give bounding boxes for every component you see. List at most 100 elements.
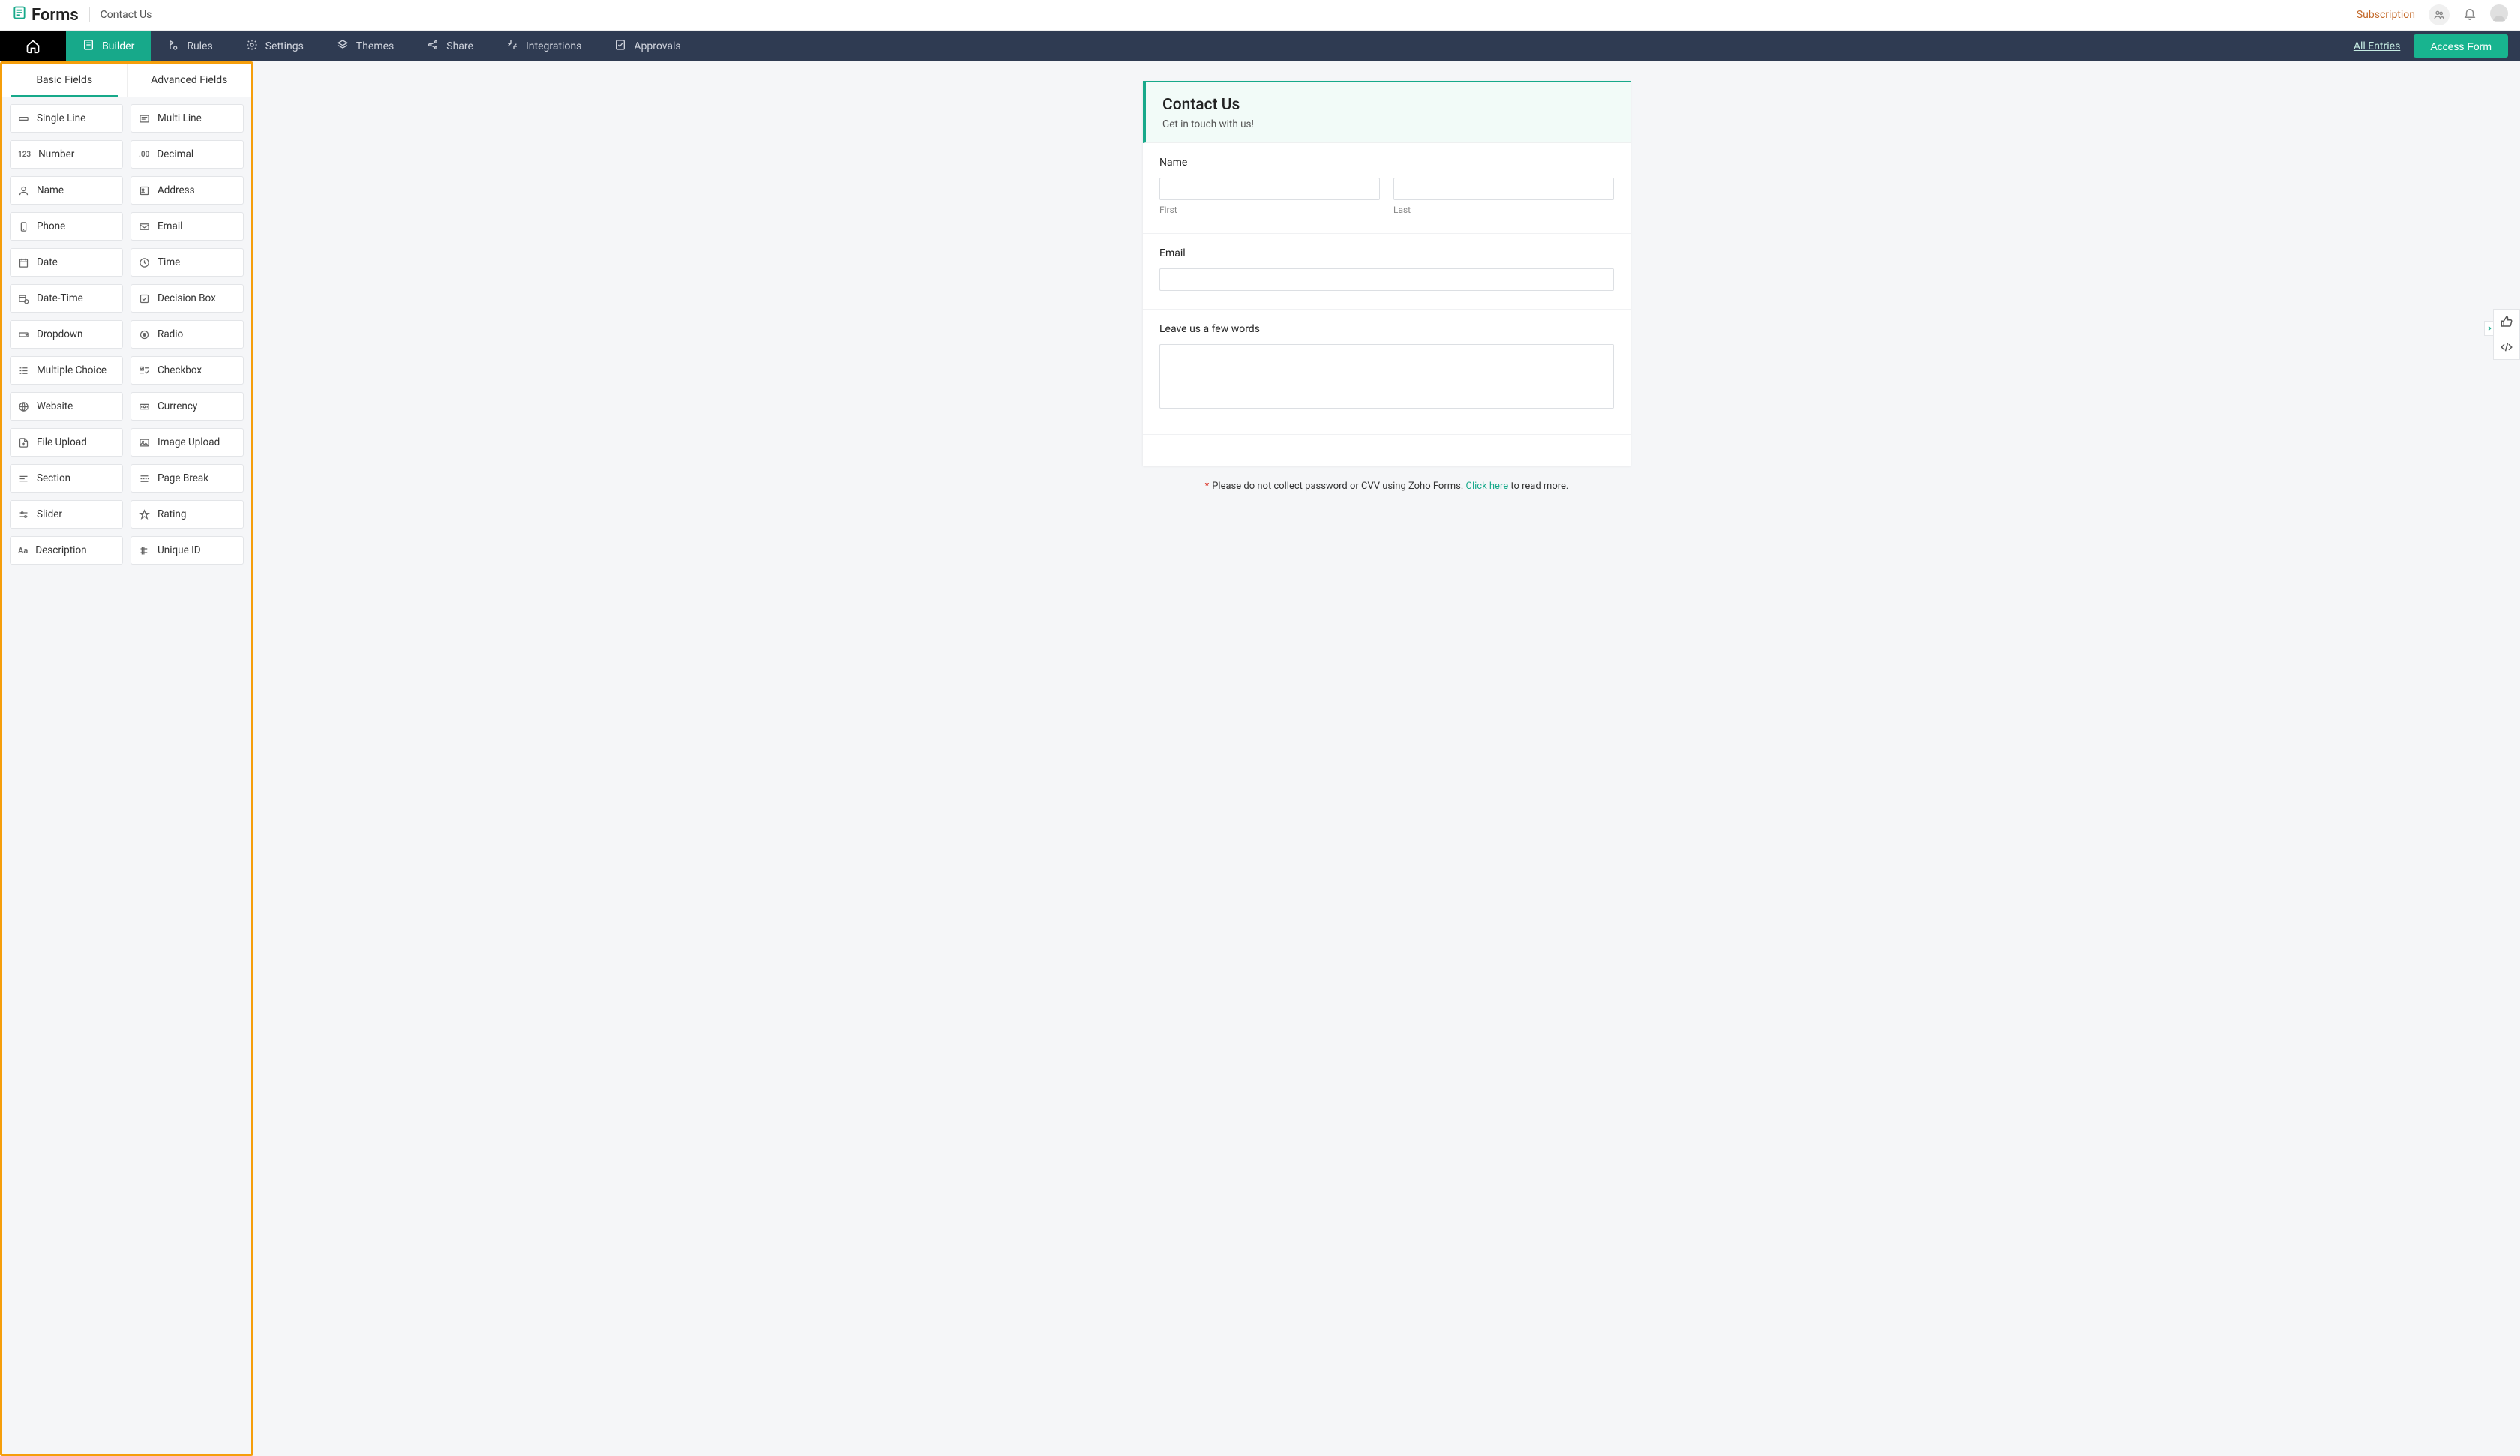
field-label: Number bbox=[38, 148, 74, 160]
fields-sidebar: Basic Fields Advanced Fields Single Line… bbox=[0, 61, 254, 1456]
field-single-line[interactable]: Single Line bbox=[10, 104, 123, 133]
field-date-time[interactable]: Date-Time bbox=[10, 284, 123, 313]
breadcrumb-form-name[interactable]: Contact Us bbox=[100, 9, 152, 21]
nav-builder[interactable]: Builder bbox=[66, 31, 151, 61]
thumbs-up-icon[interactable] bbox=[2493, 309, 2520, 334]
app-logo[interactable]: Forms bbox=[12, 5, 79, 25]
navbar: Builder Rules Settings Themes Share Inte… bbox=[0, 31, 2520, 61]
form-footer-space bbox=[1143, 434, 1630, 466]
field-name[interactable]: Name bbox=[10, 176, 123, 205]
name-label: Name bbox=[1160, 157, 1614, 169]
bell-icon[interactable] bbox=[2463, 7, 2476, 23]
field-phone[interactable]: Phone bbox=[10, 212, 123, 241]
access-form-button[interactable]: Access Form bbox=[2414, 34, 2508, 58]
field-label: Rating bbox=[158, 508, 186, 520]
approvals-icon bbox=[614, 39, 626, 54]
field-website[interactable]: Website bbox=[10, 392, 123, 421]
field-decision-box[interactable]: Decision Box bbox=[130, 284, 244, 313]
field-multi-line[interactable]: Multi Line bbox=[130, 104, 244, 133]
nav-home[interactable] bbox=[0, 31, 66, 61]
nav-label: Themes bbox=[356, 40, 394, 52]
form-card[interactable]: Contact Us Get in touch with us! Name Fi… bbox=[1143, 81, 1630, 466]
people-icon[interactable] bbox=[2428, 4, 2450, 25]
field-label: Page Break bbox=[158, 472, 208, 484]
main: Basic Fields Advanced Fields Single Line… bbox=[0, 61, 2520, 1456]
gear-icon bbox=[246, 39, 258, 54]
nav-label: Settings bbox=[266, 40, 304, 52]
email-input[interactable] bbox=[1160, 268, 1614, 291]
side-float-tools bbox=[2493, 309, 2520, 360]
divider bbox=[89, 7, 90, 22]
nav-label: Integrations bbox=[526, 40, 581, 52]
field-label: Email bbox=[158, 220, 182, 232]
field-label: Radio bbox=[158, 328, 183, 340]
nav-label: Approvals bbox=[634, 40, 680, 52]
field-dropdown[interactable]: Dropdown bbox=[10, 320, 123, 349]
avatar[interactable] bbox=[2490, 4, 2508, 25]
field-label: Multi Line bbox=[158, 112, 202, 124]
nav-settings[interactable]: Settings bbox=[230, 31, 320, 61]
field-label: Date-Time bbox=[37, 292, 83, 304]
field-page-break[interactable]: Page Break bbox=[130, 464, 244, 493]
tab-advanced-fields[interactable]: Advanced Fields bbox=[127, 64, 252, 97]
field-label: Address bbox=[158, 184, 195, 196]
first-name-input[interactable] bbox=[1160, 178, 1380, 200]
first-sublabel: First bbox=[1160, 205, 1380, 215]
message-textarea[interactable] bbox=[1160, 344, 1614, 409]
nav-approvals[interactable]: Approvals bbox=[598, 31, 697, 61]
message-label: Leave us a few words bbox=[1160, 323, 1614, 335]
field-label: Decision Box bbox=[158, 292, 216, 304]
field-label: Decimal bbox=[157, 148, 194, 160]
field-slider[interactable]: Slider bbox=[10, 500, 123, 529]
field-radio[interactable]: Radio bbox=[130, 320, 244, 349]
field-image-upload[interactable]: Image Upload bbox=[130, 428, 244, 457]
integrations-icon bbox=[506, 39, 518, 54]
last-sublabel: Last bbox=[1394, 205, 1614, 215]
field-multiple-choice[interactable]: Multiple Choice bbox=[10, 356, 123, 385]
app-name: Forms bbox=[32, 6, 79, 25]
nav-themes[interactable]: Themes bbox=[320, 31, 410, 61]
field-label: Dropdown bbox=[37, 328, 83, 340]
note-click-here-link[interactable]: Click here bbox=[1466, 481, 1509, 492]
nav-label: Share bbox=[446, 40, 473, 52]
field-rating[interactable]: Rating bbox=[130, 500, 244, 529]
field-number[interactable]: 123Number bbox=[10, 140, 123, 169]
nav-integrations[interactable]: Integrations bbox=[490, 31, 598, 61]
topbar: Forms Contact Us Subscription bbox=[0, 0, 2520, 31]
collapse-chevron-icon[interactable] bbox=[2484, 321, 2493, 336]
form-section-message[interactable]: Leave us a few words bbox=[1143, 310, 1630, 434]
nav-rules[interactable]: Rules bbox=[151, 31, 229, 61]
rules-icon bbox=[167, 39, 179, 54]
form-section-email[interactable]: Email bbox=[1143, 234, 1630, 310]
field-label: File Upload bbox=[37, 436, 87, 448]
field-label: Description bbox=[35, 544, 86, 556]
themes-icon bbox=[337, 39, 349, 54]
field-time[interactable]: Time bbox=[130, 248, 244, 277]
nav-share[interactable]: Share bbox=[410, 31, 490, 61]
field-email[interactable]: Email bbox=[130, 212, 244, 241]
last-name-input[interactable] bbox=[1394, 178, 1614, 200]
field-date[interactable]: Date bbox=[10, 248, 123, 277]
field-currency[interactable]: Currency bbox=[130, 392, 244, 421]
field-checkbox[interactable]: Checkbox bbox=[130, 356, 244, 385]
tab-basic-fields[interactable]: Basic Fields bbox=[2, 64, 127, 97]
code-icon[interactable] bbox=[2493, 334, 2520, 360]
field-label: Slider bbox=[37, 508, 62, 520]
field-label: Date bbox=[37, 256, 58, 268]
forms-icon bbox=[12, 5, 27, 25]
form-section-name[interactable]: Name First Last bbox=[1143, 143, 1630, 234]
field-label: Name bbox=[37, 184, 64, 196]
all-entries-link[interactable]: All Entries bbox=[2340, 31, 2414, 61]
field-decimal[interactable]: .00Decimal bbox=[130, 140, 244, 169]
field-address[interactable]: Address bbox=[130, 176, 244, 205]
field-label: Phone bbox=[37, 220, 65, 232]
field-section[interactable]: Section bbox=[10, 464, 123, 493]
form-canvas: Contact Us Get in touch with us! Name Fi… bbox=[254, 61, 2520, 1456]
field-description[interactable]: AaDescription bbox=[10, 536, 123, 565]
field-file-upload[interactable]: File Upload bbox=[10, 428, 123, 457]
field-label: Single Line bbox=[37, 112, 86, 124]
field-unique-id[interactable]: Unique ID bbox=[130, 536, 244, 565]
form-header[interactable]: Contact Us Get in touch with us! bbox=[1143, 81, 1630, 143]
form-title: Contact Us bbox=[1162, 96, 1614, 114]
subscription-link[interactable]: Subscription bbox=[2356, 9, 2415, 21]
